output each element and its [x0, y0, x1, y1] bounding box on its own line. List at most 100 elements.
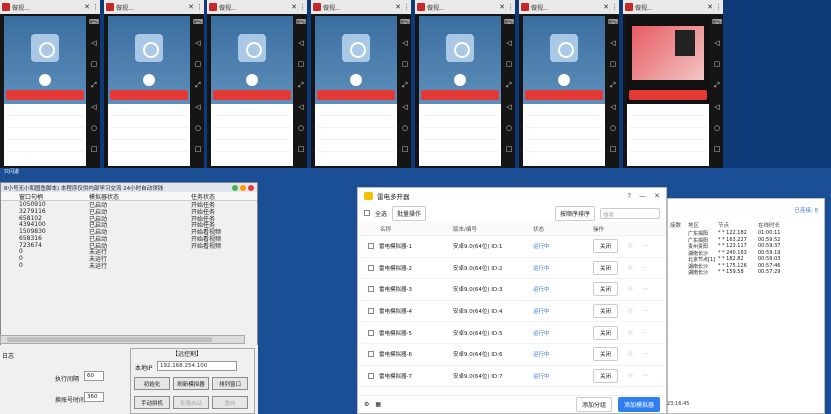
home-icon[interactable]: ○: [195, 124, 201, 132]
settings-icon[interactable]: ◎: [628, 373, 633, 379]
emulator-row[interactable]: 雷电模拟器-7 安卓9.0(64位) ID:7 运行中 关闭 ◎ ⋯: [358, 366, 666, 388]
emulator-tile[interactable]: 做视... ✕ ⋮ ⌨ ◁ ▢ ⤢ ◁ ○ □: [519, 0, 619, 168]
close-icon[interactable]: ✕: [291, 3, 297, 11]
close-emulator-button[interactable]: 关闭: [593, 304, 619, 319]
ad-banner[interactable]: [421, 90, 499, 100]
ad-banner[interactable]: [213, 90, 291, 100]
row-checkbox[interactable]: [368, 308, 374, 315]
horizontal-scrollbar[interactable]: [0, 335, 245, 344]
home-icon[interactable]: ○: [298, 124, 304, 132]
account-time-input[interactable]: 360: [84, 392, 104, 402]
recent-icon[interactable]: □: [195, 145, 202, 153]
home-icon[interactable]: ○: [610, 124, 616, 132]
recent-icon[interactable]: □: [714, 145, 721, 153]
more-icon[interactable]: ⋮: [403, 3, 410, 11]
volume-icon[interactable]: ◁: [195, 39, 200, 47]
back-icon[interactable]: ◁: [610, 103, 615, 111]
add-group-button[interactable]: 添加分组: [575, 397, 612, 412]
play-button[interactable]: [350, 74, 362, 86]
back-icon[interactable]: ◁: [506, 103, 511, 111]
screenshot-icon[interactable]: ▢: [91, 60, 98, 68]
close-icon[interactable]: ✕: [499, 3, 505, 11]
emulator-row[interactable]: 雷电模拟器-4 安卓9.0(64位) ID:4 运行中 关闭 ◎ ⋯: [358, 301, 666, 323]
close-icon[interactable]: ✕: [707, 3, 713, 11]
maximize-icon[interactable]: [240, 184, 246, 191]
keyboard-icon[interactable]: ⌨: [296, 18, 306, 26]
settings-icon[interactable]: ◎: [628, 308, 633, 314]
phone-screen[interactable]: [315, 16, 397, 166]
row-checkbox[interactable]: [368, 351, 374, 358]
volume-icon[interactable]: ◁: [506, 39, 511, 47]
grid-icon[interactable]: ▦: [375, 401, 381, 408]
close-icon[interactable]: ✕: [395, 3, 401, 11]
ad-banner[interactable]: [110, 90, 188, 100]
phone-screen[interactable]: [108, 16, 190, 166]
more-icon[interactable]: ⋯: [643, 373, 649, 379]
more-icon[interactable]: ⋮: [507, 3, 514, 11]
volume-icon[interactable]: ◁: [714, 39, 719, 47]
volume-icon[interactable]: ◁: [91, 39, 96, 47]
play-button[interactable]: [246, 74, 258, 86]
screenshot-icon[interactable]: ▢: [610, 60, 617, 68]
home-icon[interactable]: ○: [506, 124, 512, 132]
recent-icon[interactable]: □: [506, 145, 513, 153]
expand-icon[interactable]: ⤢: [402, 81, 408, 90]
play-button[interactable]: [454, 74, 466, 86]
expand-icon[interactable]: ⤢: [506, 81, 512, 90]
emulator-row[interactable]: 雷电模拟器-6 安卓9.0(64位) ID:6 运行中 关闭 ◎ ⋯: [358, 344, 666, 366]
phone-screen[interactable]: [4, 16, 86, 166]
help-icon[interactable]: ?: [627, 192, 631, 200]
emulator-row[interactable]: 雷电模拟器-5 安卓9.0(64位) ID:5 运行中 关闭 ◎ ⋯: [358, 322, 666, 344]
settings-icon[interactable]: ◎: [628, 243, 633, 249]
expand-icon[interactable]: ⤢: [610, 81, 616, 90]
close-icon[interactable]: ✕: [654, 192, 660, 200]
more-icon[interactable]: ⋮: [299, 3, 306, 11]
expand-icon[interactable]: ⤢: [91, 81, 97, 90]
keyboard-icon[interactable]: ⌨: [89, 18, 99, 26]
restart-button[interactable]: 重启: [212, 396, 248, 409]
emulator-tile[interactable]: 做视... ✕ ⋮ ⌨ ◁ ▢ ⤢ ◁ ○ □: [415, 0, 515, 168]
minimize-icon[interactable]: —: [639, 192, 646, 200]
row-checkbox[interactable]: [368, 286, 374, 293]
close-emulator-button[interactable]: 关闭: [593, 325, 619, 340]
settings-icon[interactable]: ⚙: [364, 401, 369, 408]
row-checkbox[interactable]: [368, 329, 374, 336]
row-checkbox[interactable]: [368, 372, 374, 379]
emulator-tile[interactable]: 做视... ✕ ⋮ ⌨ ◁ ▢ ⤢ ◁ ○ □: [0, 0, 100, 168]
more-icon[interactable]: ⋮: [611, 3, 618, 11]
phone-screen[interactable]: [211, 16, 293, 166]
screenshot-icon[interactable]: ▢: [298, 60, 305, 68]
close-emulator-button[interactable]: 关闭: [593, 347, 619, 362]
emulator-tile[interactable]: 做视... ✕ ⋮ ⌨ ◁ ▢ ⤢ ◁ ○ □: [623, 0, 723, 168]
close-icon[interactable]: ✕: [84, 3, 90, 11]
keyboard-icon[interactable]: ⌨: [608, 18, 618, 26]
back-icon[interactable]: ◁: [402, 103, 407, 111]
recent-icon[interactable]: □: [298, 145, 305, 153]
settings-icon[interactable]: ◎: [628, 330, 633, 336]
phone-screen[interactable]: [523, 16, 605, 166]
ad-banner[interactable]: [525, 90, 603, 100]
screenshot-icon[interactable]: ▢: [402, 60, 409, 68]
close-emulator-button[interactable]: 关闭: [593, 239, 619, 254]
settings-icon[interactable]: ◎: [628, 351, 633, 357]
sort-select[interactable]: 按顺序排序: [554, 205, 595, 221]
init-button[interactable]: 初始化: [134, 377, 170, 390]
play-button[interactable]: [143, 74, 155, 86]
more-icon[interactable]: ⋯: [643, 265, 649, 271]
recent-icon[interactable]: □: [610, 145, 617, 153]
close-icon[interactable]: [248, 184, 254, 191]
keyboard-icon[interactable]: ⌨: [193, 18, 203, 26]
more-icon[interactable]: ⋯: [643, 330, 649, 336]
emulator-tile[interactable]: 做视... ✕ ⋮ ⌨ ◁ ▢ ⤢ ◁ ○ □: [207, 0, 307, 168]
emulator-row[interactable]: 雷电模拟器-2 安卓9.0(64位) ID:2 运行中 关闭 ◎ ⋯: [358, 258, 666, 280]
emulator-row[interactable]: 雷电模拟器-3 安卓9.0(64位) ID:3 运行中 关闭 ◎ ⋯: [358, 279, 666, 301]
screenshot-icon[interactable]: ▢: [506, 60, 513, 68]
close-icon[interactable]: ✕: [188, 3, 194, 11]
emulator-tile[interactable]: 做视... ✕ ⋮ ⌨ ◁ ▢ ⤢ ◁ ○ □: [104, 0, 204, 168]
home-icon[interactable]: ○: [402, 124, 408, 132]
arrange-window-button[interactable]: 排列窗口: [212, 377, 248, 390]
more-icon[interactable]: ⋮: [92, 3, 99, 11]
recent-icon[interactable]: □: [402, 145, 409, 153]
more-icon[interactable]: ⋯: [643, 351, 649, 357]
back-icon[interactable]: ◁: [714, 103, 719, 111]
